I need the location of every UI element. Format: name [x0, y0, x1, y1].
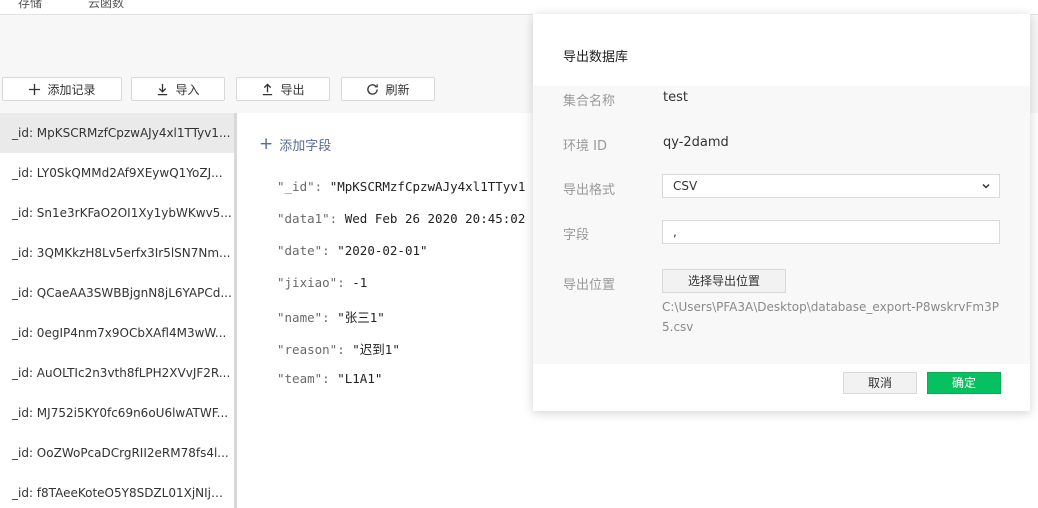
field-key: "reason":	[277, 342, 353, 357]
list-item[interactable]: _id: f8TAeeKoteO5Y8SDZL01XjNIjm...	[0, 473, 234, 508]
list-item[interactable]: _id: QCaeAA3SWBBjgnN8jL6YAPCd...	[0, 273, 234, 313]
fields-input[interactable]: ,	[662, 220, 1000, 244]
export-format-select[interactable]: CSV	[662, 174, 1000, 198]
field-row[interactable]: "jixiao": -1	[277, 275, 367, 290]
add-record-button[interactable]: 添加记录	[2, 77, 122, 101]
field-key: "_id":	[277, 179, 330, 194]
record-list: _id: MpKSCRMzfCpzwAJy4xl1TTyv1... _id: L…	[0, 113, 237, 508]
field-row[interactable]: "date": "2020-02-01"	[277, 243, 428, 258]
field-value: "MpKSCRMzfCpzwAJy4xl1TTyv1	[329, 179, 526, 194]
list-item[interactable]: _id: Sn1e3rKFaO2OI1Xy1ybWKwv5...	[0, 193, 234, 233]
field-row[interactable]: "team": "L1A1"	[277, 371, 382, 386]
dialog-header: 导出数据库	[533, 14, 1030, 86]
plus-icon: +	[259, 134, 274, 154]
choose-location-button[interactable]: 选择导出位置	[662, 269, 786, 293]
export-button[interactable]: 导出	[236, 77, 330, 101]
import-button[interactable]: 导入	[131, 77, 225, 101]
field-row[interactable]: "name": "张三1"	[277, 307, 385, 326]
top-tab-bar: 存储 云函数	[0, 0, 1038, 15]
export-label: 导出	[280, 82, 305, 97]
field-row[interactable]: "_id": "MpKSCRMzfCpzwAJy4xl1TTyv1	[277, 179, 525, 194]
fields-label: 字段	[563, 228, 590, 243]
list-item[interactable]: _id: MpKSCRMzfCpzwAJy4xl1TTyv1...	[0, 113, 234, 153]
env-id-value: qy-2damd	[663, 135, 729, 150]
chevron-down-icon	[982, 183, 990, 189]
download-icon	[158, 83, 168, 95]
field-value: -1	[352, 275, 368, 290]
field-key: "data1":	[277, 211, 345, 226]
add-record-label: 添加记录	[47, 82, 96, 97]
field-key: "jixiao":	[277, 275, 353, 290]
add-field-label: 添加字段	[279, 139, 332, 154]
field-value: "2020-02-01"	[337, 243, 428, 258]
import-label: 导入	[175, 82, 200, 97]
list-item[interactable]: _id: 3QMKkzH8Lv5erfx3Ir5lSN7Nm...	[0, 233, 234, 273]
list-item[interactable]: _id: LY0SkQMMd2Af9XEywQ1YoZJ...	[0, 153, 234, 193]
field-value: "迟到1"	[352, 342, 400, 357]
confirm-button[interactable]: 确定	[927, 372, 1001, 394]
tab-cloud-functions[interactable]: 云函数	[88, 0, 124, 11]
list-item[interactable]: _id: OoZWoPcaDCrgRII2eRM78fs4l...	[0, 433, 234, 473]
field-value: "张三1"	[337, 310, 385, 325]
field-row[interactable]: "reason": "迟到1"	[277, 339, 400, 358]
export-location-label: 导出位置	[563, 278, 616, 293]
refresh-icon	[367, 83, 379, 95]
export-database-dialog: 导出数据库 集合名称 test 环境 ID qy-2damd 导出格式 CSV …	[533, 14, 1030, 411]
export-format-value: CSV	[673, 179, 698, 193]
list-item[interactable]: _id: MJ752i5KY0fc69n6oU6lwATWF...	[0, 393, 234, 433]
field-row[interactable]: "data1": Wed Feb 26 2020 20:45:02	[277, 211, 525, 226]
export-format-label: 导出格式	[563, 183, 616, 198]
upload-icon	[263, 82, 273, 95]
plus-icon	[29, 83, 41, 95]
refresh-label: 刷新	[385, 82, 410, 97]
field-value: "L1A1"	[337, 371, 383, 386]
cancel-button[interactable]: 取消	[843, 372, 917, 394]
env-id-label: 环境 ID	[563, 139, 607, 154]
field-key: "team":	[277, 371, 338, 386]
field-key: "date":	[277, 243, 338, 258]
dialog-title: 导出数据库	[563, 50, 629, 65]
collection-value: test	[663, 90, 688, 105]
add-field-button[interactable]: + 添加字段	[259, 134, 332, 155]
export-path: C:\Users\PFA3A\Desktop\database_export-P…	[662, 300, 999, 334]
list-item[interactable]: _id: 0egIP4nm7x9OCbXAfl4M3wW...	[0, 313, 234, 353]
tab-storage[interactable]: 存储	[18, 0, 42, 11]
field-key: "name":	[277, 310, 338, 325]
refresh-button[interactable]: 刷新	[341, 77, 435, 101]
field-value: Wed Feb 26 2020 20:45:02	[344, 211, 526, 226]
list-item[interactable]: _id: AuOLTIc2n3vth8fLPH2XVvJF2R...	[0, 353, 234, 393]
collection-label: 集合名称	[563, 94, 616, 109]
